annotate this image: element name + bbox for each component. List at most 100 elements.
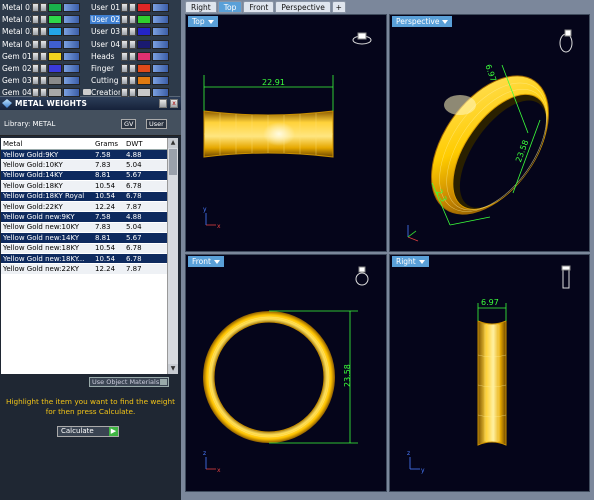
- layer-color-swatch[interactable]: [48, 63, 62, 73]
- layer-lock-toggle[interactable]: [129, 15, 136, 25]
- layer-color-swatch[interactable]: [48, 51, 62, 61]
- table-row[interactable]: Yellow Gold new:18KY 10.54 6.78: [1, 243, 167, 254]
- layer-name[interactable]: Heads: [90, 52, 120, 61]
- layer-material-swatch[interactable]: [63, 39, 80, 49]
- layer-visibility-toggle[interactable]: [32, 39, 39, 49]
- layer-row[interactable]: Heads: [90, 50, 178, 62]
- column-grams[interactable]: Grams: [93, 140, 124, 148]
- layer-material-swatch[interactable]: [152, 3, 169, 13]
- layer-row[interactable]: User 02: [90, 14, 178, 26]
- layer-name[interactable]: Gem 04: [1, 88, 31, 97]
- layer-name[interactable]: User 03: [90, 27, 120, 36]
- table-row[interactable]: Yellow Gold:18KY Royal 10.54 6.78: [1, 191, 167, 202]
- layer-row[interactable]: Metal 01: [1, 2, 89, 14]
- layer-visibility-toggle[interactable]: [121, 27, 128, 37]
- layer-material-swatch[interactable]: [152, 87, 169, 97]
- layer-visibility-toggle[interactable]: [121, 39, 128, 49]
- layer-lock-toggle[interactable]: [129, 27, 136, 37]
- tab-right[interactable]: Right: [185, 1, 217, 13]
- layer-visibility-toggle[interactable]: [121, 87, 128, 97]
- calculate-button[interactable]: Calculate ▶: [57, 426, 119, 437]
- layer-row[interactable]: User 04: [90, 38, 178, 50]
- layer-name[interactable]: Metal 01: [1, 3, 31, 12]
- layer-lock-toggle[interactable]: [40, 27, 47, 37]
- layer-lock-toggle[interactable]: [129, 87, 136, 97]
- layer-visibility-toggle[interactable]: [121, 51, 128, 61]
- layer-lock-toggle[interactable]: [40, 51, 47, 61]
- table-row[interactable]: Yellow Gold new:18KY... 10.54 6.78: [1, 253, 167, 265]
- layer-material-swatch[interactable]: [63, 63, 80, 73]
- layer-color-swatch[interactable]: [137, 63, 151, 73]
- layer-visibility-toggle[interactable]: [121, 3, 128, 13]
- layer-lock-toggle[interactable]: [40, 39, 47, 49]
- layer-color-swatch[interactable]: [48, 3, 62, 13]
- layer-material-swatch[interactable]: [63, 75, 80, 85]
- tab-top[interactable]: Top: [217, 1, 243, 13]
- tab-perspective[interactable]: Perspective: [275, 1, 331, 13]
- layer-visibility-toggle[interactable]: [32, 3, 39, 13]
- layer-color-swatch[interactable]: [48, 39, 62, 49]
- layer-material-swatch[interactable]: [152, 51, 169, 61]
- column-metal[interactable]: Metal: [1, 140, 93, 148]
- layer-lock-toggle[interactable]: [40, 15, 47, 25]
- layer-color-swatch[interactable]: [137, 51, 151, 61]
- viewport-front[interactable]: Front 23.58 z x: [185, 254, 387, 492]
- layer-material-swatch[interactable]: [63, 51, 80, 61]
- layer-lock-toggle[interactable]: [40, 63, 47, 73]
- table-row[interactable]: Yellow Gold new:14KY 8.81 5.67: [1, 233, 167, 244]
- layer-color-swatch[interactable]: [137, 75, 151, 85]
- layer-lock-toggle[interactable]: [40, 3, 47, 13]
- layer-name[interactable]: User 01: [90, 3, 120, 12]
- layer-lock-toggle[interactable]: [129, 3, 136, 13]
- layer-visibility-toggle[interactable]: [32, 87, 39, 97]
- scroll-up-icon[interactable]: ▲: [168, 138, 178, 148]
- table-row[interactable]: Yellow Gold new:10KY 7.83 5.04: [1, 222, 167, 234]
- layer-material-swatch[interactable]: [63, 15, 80, 25]
- layer-color-swatch[interactable]: [48, 87, 62, 97]
- table-row[interactable]: Yellow Gold new:9KY 7.58 4.88: [1, 212, 167, 223]
- layer-color-swatch[interactable]: [137, 39, 151, 49]
- layer-visibility-toggle[interactable]: [32, 15, 39, 25]
- layer-name[interactable]: Metal 03: [1, 27, 31, 36]
- table-row[interactable]: Yellow Gold new:22KY 12.24 7.87: [1, 264, 167, 275]
- layer-lock-toggle[interactable]: [129, 75, 136, 85]
- layer-color-swatch[interactable]: [48, 27, 62, 37]
- layer-name[interactable]: User 04: [90, 40, 120, 49]
- layer-row[interactable]: User 01: [90, 2, 178, 14]
- layer-visibility-toggle[interactable]: [121, 63, 128, 73]
- scroll-down-icon[interactable]: ▼: [168, 364, 178, 374]
- layer-row[interactable]: Gem 02: [1, 62, 89, 74]
- layer-color-swatch[interactable]: [137, 87, 151, 97]
- layer-lock-toggle[interactable]: [40, 75, 47, 85]
- layer-row[interactable]: Finger: [90, 62, 178, 74]
- use-object-materials-button[interactable]: Use Object Materials: [89, 377, 169, 387]
- layer-material-swatch[interactable]: [152, 27, 169, 37]
- layer-visibility-toggle[interactable]: [32, 27, 39, 37]
- layer-visibility-toggle[interactable]: [121, 75, 128, 85]
- layer-lock-toggle[interactable]: [129, 63, 136, 73]
- layer-color-swatch[interactable]: [137, 3, 151, 13]
- layer-name[interactable]: Metal 04: [1, 40, 31, 49]
- layer-color-swatch[interactable]: [137, 15, 151, 25]
- library-user-button[interactable]: User: [146, 119, 167, 129]
- layer-material-swatch[interactable]: [63, 3, 80, 13]
- layer-name[interactable]: Metal 02: [1, 15, 31, 24]
- layer-color-swatch[interactable]: [48, 75, 62, 85]
- layer-name[interactable]: Gem 03: [1, 76, 31, 85]
- layer-material-swatch[interactable]: [63, 87, 80, 97]
- viewport-perspective[interactable]: Perspective 6.97 23.58 2.3: [389, 14, 590, 252]
- layer-row[interactable]: Metal 02: [1, 14, 89, 26]
- table-row[interactable]: Yellow Gold:22KY 12.24 7.87: [1, 201, 167, 213]
- collapse-panel-button[interactable]: [83, 89, 91, 95]
- layer-row[interactable]: Metal 03: [1, 26, 89, 38]
- layer-row[interactable]: Metal 04: [1, 38, 89, 50]
- layer-visibility-toggle[interactable]: [32, 75, 39, 85]
- layer-name[interactable]: User 02: [90, 15, 120, 25]
- layer-lock-toggle[interactable]: [129, 39, 136, 49]
- layer-name[interactable]: Gem 01: [1, 52, 31, 61]
- viewport-right[interactable]: Right 6.97 z y: [389, 254, 590, 492]
- layer-name[interactable]: Cutting: [90, 76, 120, 85]
- layer-color-swatch[interactable]: [48, 15, 62, 25]
- table-row[interactable]: Yellow Gold:18KY 10.54 6.78: [1, 181, 167, 192]
- layer-lock-toggle[interactable]: [40, 87, 47, 97]
